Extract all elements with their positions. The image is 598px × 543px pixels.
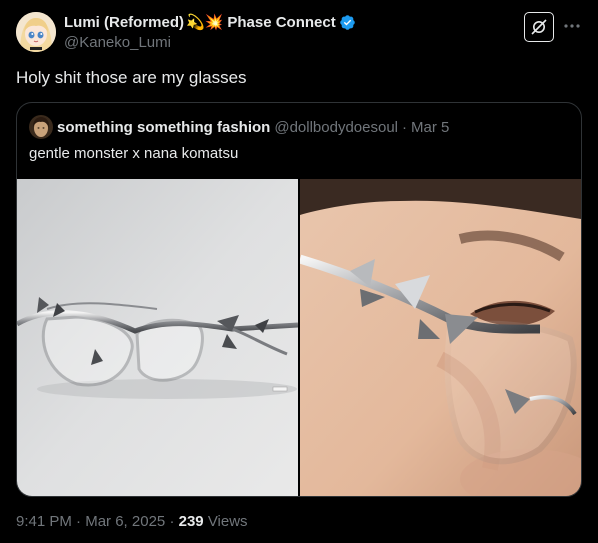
author-name-row[interactable]: Lumi (Reformed) 💫💥 Phase Connect — [64, 12, 478, 32]
tweet-text: Holy shit those are my glasses — [16, 68, 247, 87]
silver-spiked-glasses-photo-icon — [17, 179, 298, 496]
quote-image-1[interactable] — [17, 179, 298, 496]
quoted-tweet[interactable]: something something fashion @dollbodydoe… — [16, 102, 582, 497]
meta-separator: · — [76, 513, 82, 530]
quote-image-2[interactable] — [300, 179, 581, 496]
quote-header: something something fashion @dollbodydoe… — [29, 115, 569, 139]
quote-separator: · — [402, 118, 407, 136]
author-affiliation: Phase Connect — [227, 13, 336, 31]
author-display-name[interactable]: Lumi (Reformed) — [64, 14, 184, 31]
views-count[interactable]: 239 — [179, 513, 204, 530]
tweet: Lumi (Reformed) 💫💥 Phase Connect @Kaneko… — [0, 0, 598, 543]
quote-display-name[interactable]: something something fashion — [57, 119, 270, 136]
anime-girl-avatar-icon — [16, 12, 56, 52]
more-options-icon — [564, 24, 580, 28]
quote-media — [17, 179, 581, 496]
tweet-date[interactable]: Mar 6, 2025 — [85, 513, 165, 530]
verified-badge-icon[interactable] — [339, 14, 356, 31]
quote-handle[interactable]: @dollbodydoesoul — [274, 119, 398, 136]
grok-icon — [531, 19, 547, 35]
quote-avatar[interactable] — [29, 115, 53, 139]
views-label[interactable]: Views — [208, 513, 248, 530]
more-options-button[interactable] — [562, 16, 582, 36]
author-info: Lumi (Reformed) 💫💥 Phase Connect @Kaneko… — [64, 12, 478, 53]
tweet-meta: 9:41 PM · Mar 6, 2025 · 239 Views — [16, 512, 248, 532]
meta-separator-2: · — [169, 513, 175, 530]
tweet-time[interactable]: 9:41 PM — [16, 513, 72, 530]
quote-date[interactable]: Mar 5 — [411, 119, 449, 136]
name-emojis: 💫💥 — [186, 13, 224, 31]
fashion-account-avatar-icon — [29, 115, 53, 139]
author-avatar[interactable] — [16, 12, 56, 52]
grok-button[interactable] — [524, 12, 554, 42]
author-handle[interactable]: @Kaneko_Lumi — [64, 33, 478, 53]
model-wearing-glasses-photo-icon — [300, 179, 581, 496]
quote-text: gentle monster x nana komatsu — [29, 145, 239, 162]
